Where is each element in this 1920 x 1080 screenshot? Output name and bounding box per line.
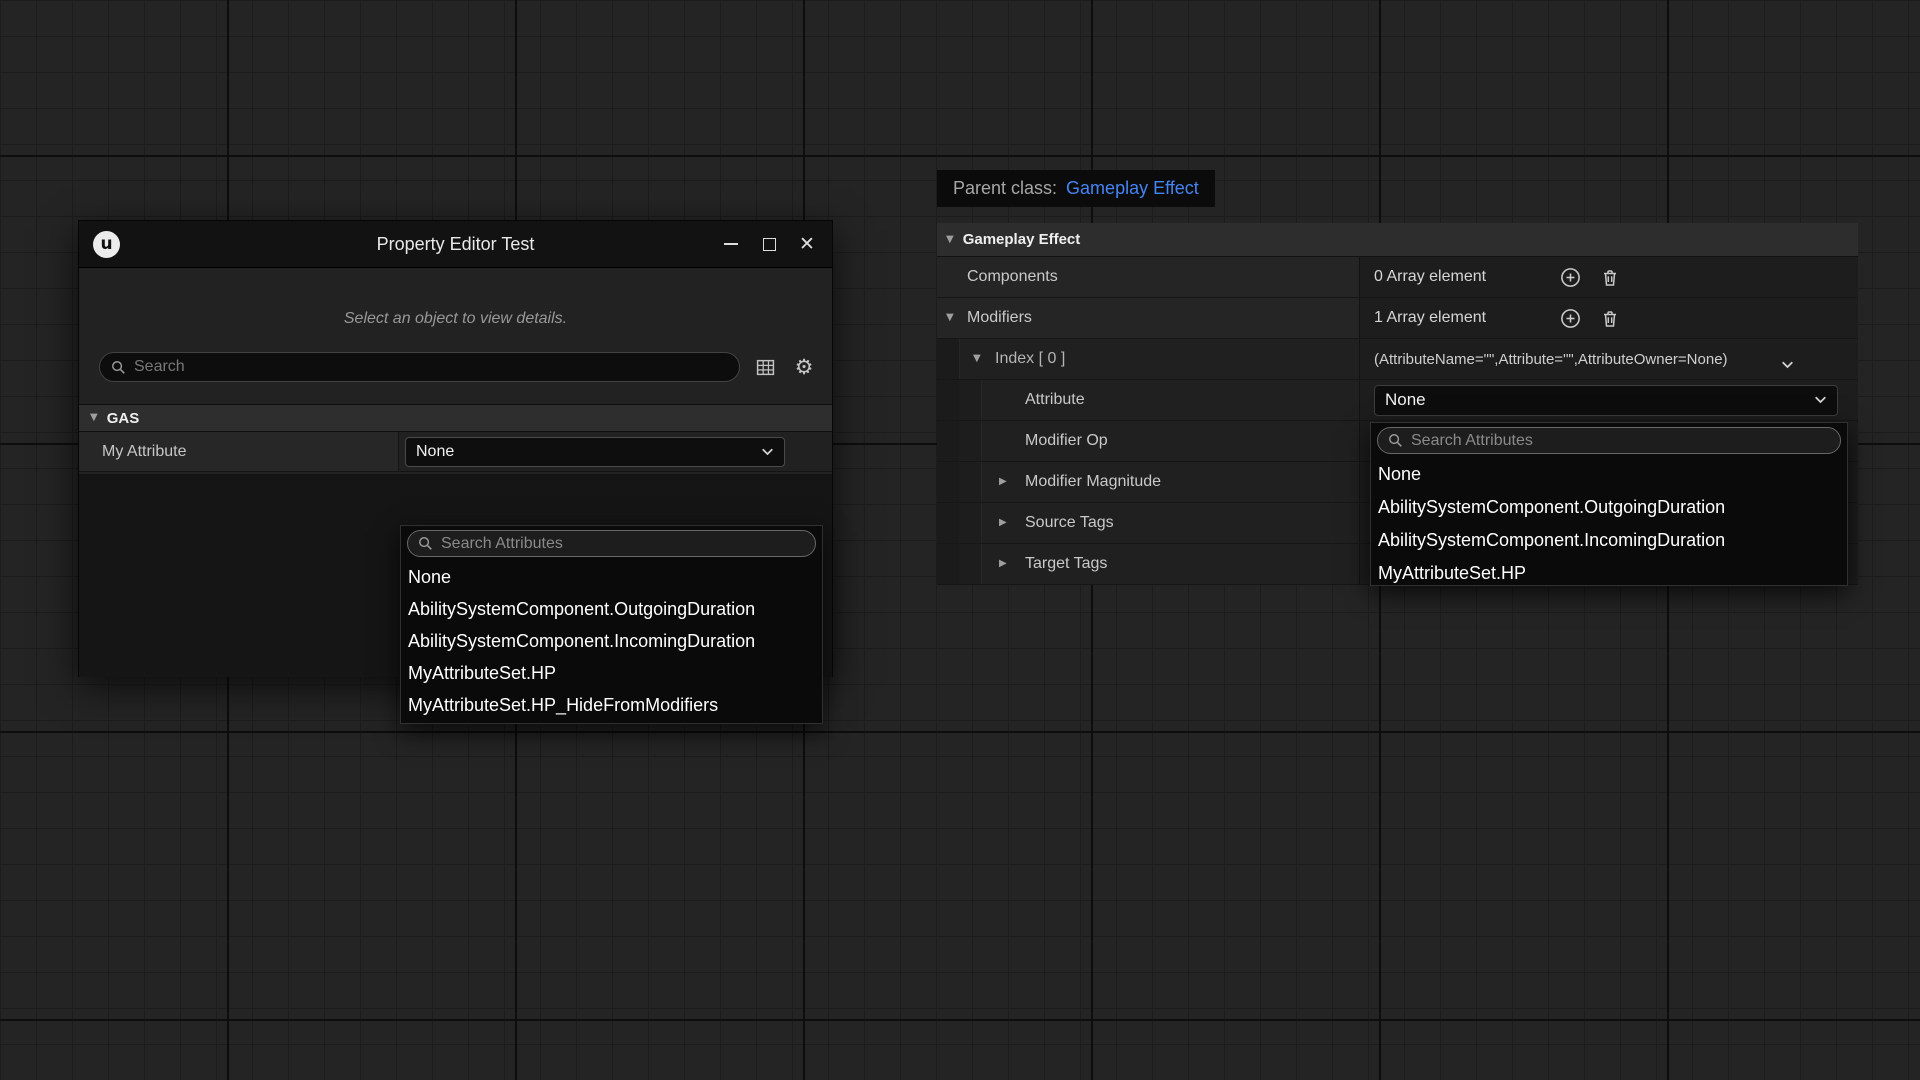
row-attribute: Attribute None xyxy=(937,380,1858,421)
window-titlebar[interactable]: u Property Editor Test ✕ xyxy=(79,221,832,268)
attribute-search-input[interactable] xyxy=(1411,432,1830,450)
collapse-triangle-icon[interactable]: ▼ xyxy=(90,413,98,423)
my-attribute-combobox[interactable]: None xyxy=(405,437,785,467)
row-label: Modifier Magnitude xyxy=(937,473,1161,491)
attribute-combobox[interactable]: None xyxy=(1374,385,1838,416)
expand-triangle-icon[interactable]: ▶ xyxy=(999,518,1007,528)
trash-icon xyxy=(1600,268,1620,288)
property-editor-window: u Property Editor Test ✕ Select an objec… xyxy=(78,220,833,677)
blueprint-grid-background: { "icons": { "collapse": "▼", "expand": … xyxy=(0,0,1920,1080)
property-name-my-attribute: My Attribute xyxy=(79,432,399,471)
maximize-button[interactable] xyxy=(750,224,788,264)
settings-button[interactable]: ⚙ xyxy=(790,353,818,381)
table-grid-icon xyxy=(756,358,775,377)
minimize-button[interactable] xyxy=(712,224,750,264)
expand-triangle-icon[interactable]: ▶ xyxy=(999,477,1007,487)
search-icon xyxy=(111,360,126,375)
attribute-option-hp[interactable]: MyAttributeSet.HP xyxy=(401,657,822,689)
add-element-button[interactable] xyxy=(1559,307,1582,330)
attribute-option-outgoing-duration[interactable]: AbilitySystemComponent.OutgoingDuration xyxy=(401,593,822,625)
attribute-option-none[interactable]: None xyxy=(1371,458,1847,491)
expand-triangle-icon[interactable]: ▶ xyxy=(999,559,1007,569)
select-object-hint: Select an object to view details. xyxy=(79,268,832,328)
attribute-option-incoming-duration[interactable]: AbilitySystemComponent.IncomingDuration xyxy=(401,625,822,657)
collapse-triangle-icon[interactable]: ▼ xyxy=(973,354,981,364)
plus-circle-icon xyxy=(1560,267,1581,288)
attribute-option-incoming-duration[interactable]: AbilitySystemComponent.IncomingDuration xyxy=(1371,524,1847,557)
combo-selected-value: None xyxy=(416,443,454,461)
property-value-cell: None xyxy=(399,432,832,471)
combo-selected-value: None xyxy=(1385,390,1426,410)
expand-struct-button[interactable] xyxy=(1781,356,1794,374)
attribute-option-none[interactable]: None xyxy=(401,561,822,593)
parent-class-label: Parent class: xyxy=(953,178,1057,199)
array-count: 1 Array element xyxy=(1374,309,1486,327)
row-modifiers: ▼ Modifiers 1 Array element xyxy=(937,298,1858,339)
chevron-down-icon xyxy=(761,448,774,456)
trash-icon xyxy=(1600,309,1620,329)
array-count: 0 Array element xyxy=(1374,268,1486,286)
collapse-triangle-icon[interactable]: ▼ xyxy=(946,313,954,323)
row-components: Components 0 Array element xyxy=(937,257,1858,298)
attribute-search-box[interactable] xyxy=(407,530,816,557)
parent-class-link[interactable]: Gameplay Effect xyxy=(1066,178,1199,199)
details-panel: ▼ Gameplay Effect Components 0 Array ele… xyxy=(937,223,1858,585)
row-label: Source Tags xyxy=(937,514,1114,532)
attribute-picker-dropdown: None AbilitySystemComponent.OutgoingDura… xyxy=(400,525,823,724)
search-input[interactable] xyxy=(134,358,728,376)
search-icon xyxy=(418,536,433,551)
category-header-gas[interactable]: ▼ GAS xyxy=(79,404,832,432)
category-label: GAS xyxy=(107,410,140,427)
clear-array-button[interactable] xyxy=(1598,307,1621,330)
add-element-button[interactable] xyxy=(1559,266,1582,289)
close-button[interactable]: ✕ xyxy=(788,224,826,264)
attribute-option-hp[interactable]: MyAttributeSet.HP xyxy=(1371,557,1847,590)
search-icon xyxy=(1388,433,1403,448)
parent-class-chip: Parent class: Gameplay Effect xyxy=(937,170,1215,207)
minimize-icon xyxy=(724,243,738,245)
gear-icon: ⚙ xyxy=(795,357,814,378)
view-options-button[interactable] xyxy=(751,353,779,381)
row-label: Modifier Op xyxy=(937,432,1108,450)
plus-circle-icon xyxy=(1560,308,1581,329)
window-content: Select an object to view details. ⚙ ▼ GA… xyxy=(79,268,832,677)
row-index-0: ▼ Index [ 0 ] (AttributeName="",Attribut… xyxy=(937,339,1858,380)
maximize-icon xyxy=(763,238,776,251)
attribute-search-input[interactable] xyxy=(441,535,805,553)
collapse-triangle-icon[interactable]: ▼ xyxy=(946,235,954,245)
row-label: Components xyxy=(937,268,1058,286)
category-header-gameplay-effect[interactable]: ▼ Gameplay Effect xyxy=(937,223,1858,257)
struct-preview-value: (AttributeName="",Attribute="",Attribute… xyxy=(1374,351,1728,368)
attribute-search-box[interactable] xyxy=(1377,427,1841,454)
attribute-option-outgoing-duration[interactable]: AbilitySystemComponent.OutgoingDuration xyxy=(1371,491,1847,524)
search-input-box[interactable] xyxy=(99,352,740,382)
clear-array-button[interactable] xyxy=(1598,266,1621,289)
chevron-down-icon xyxy=(1781,361,1794,369)
chevron-down-icon xyxy=(1814,396,1827,404)
row-label: Target Tags xyxy=(937,555,1107,573)
row-label: Attribute xyxy=(937,391,1085,409)
unreal-logo-icon: u xyxy=(93,231,120,258)
row-label: Index [ 0 ] xyxy=(937,350,1065,368)
attribute-picker-dropdown: None AbilitySystemComponent.OutgoingDura… xyxy=(1370,422,1848,586)
attribute-option-hp-hidefrommodifiers[interactable]: MyAttributeSet.HP_HideFromModifiers xyxy=(401,689,822,721)
category-label: Gameplay Effect xyxy=(963,231,1081,248)
